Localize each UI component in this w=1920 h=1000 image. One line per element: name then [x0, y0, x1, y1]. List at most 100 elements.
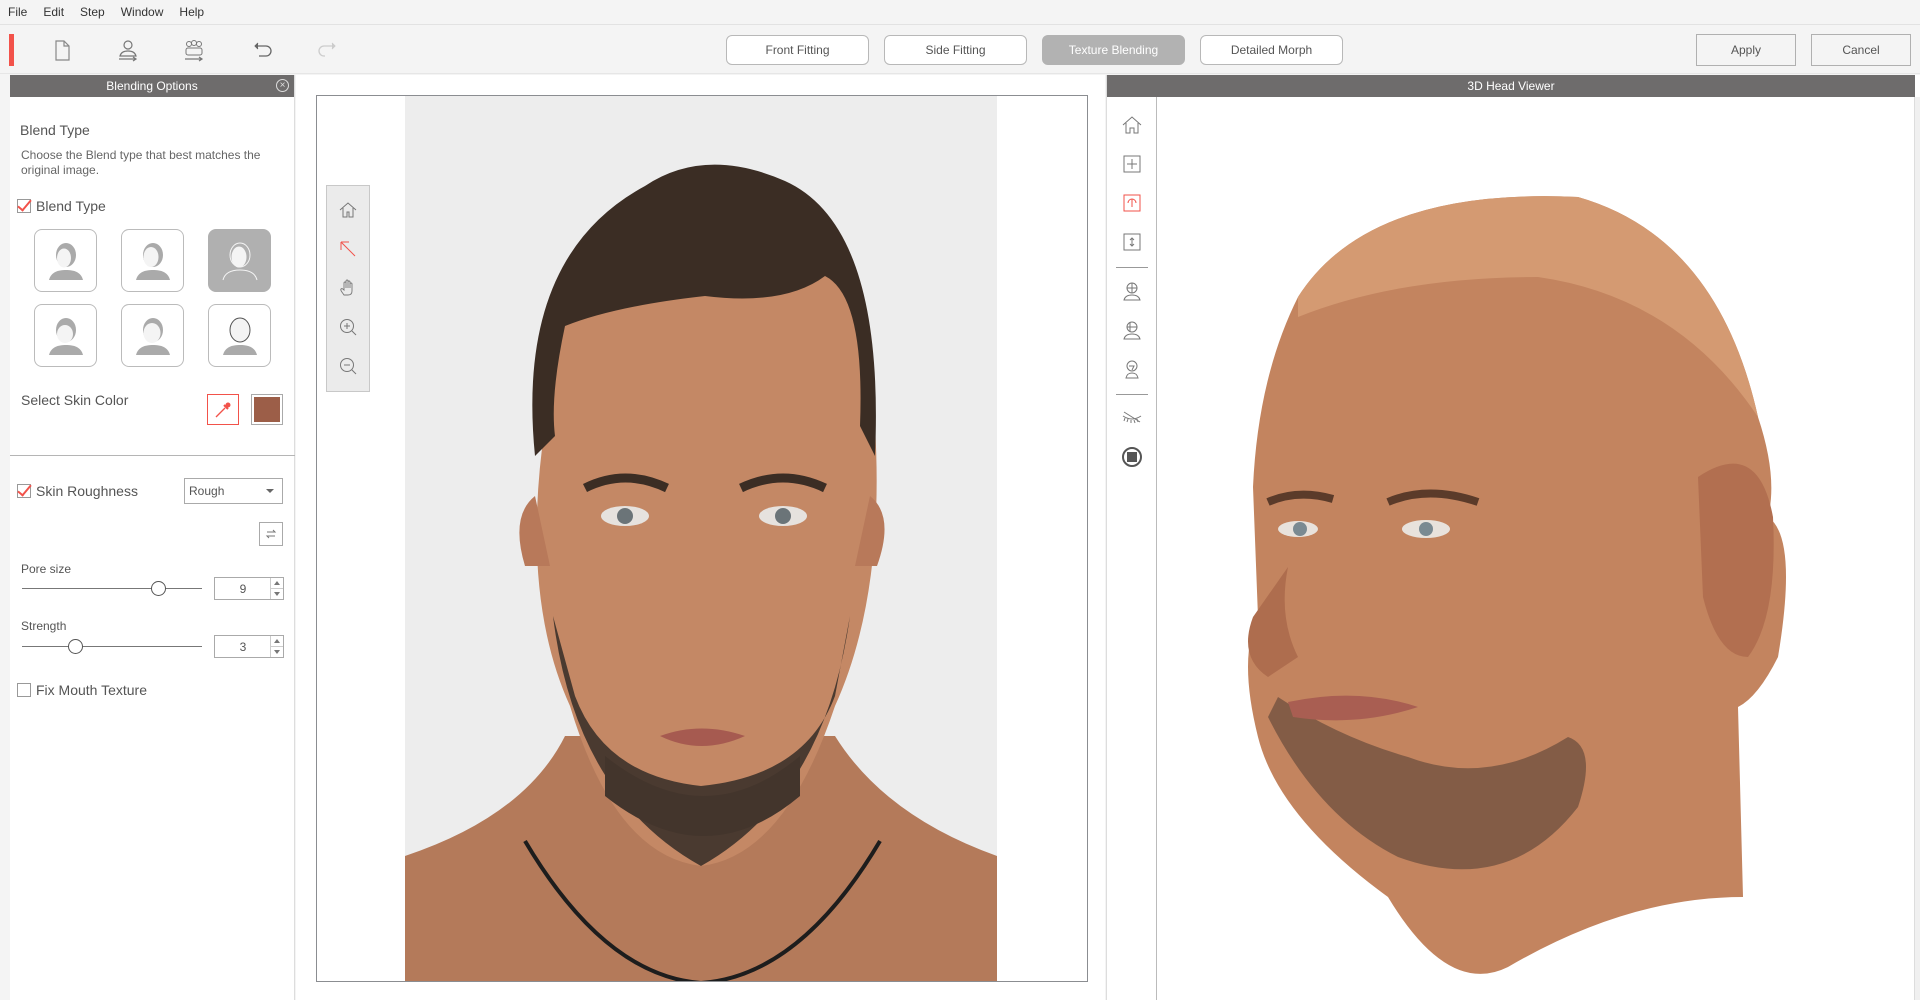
- eyelashes-icon[interactable]: [1116, 402, 1148, 434]
- blending-options-panel: Blending Options × Blend Type Choose the…: [10, 75, 295, 1000]
- home-icon[interactable]: [1116, 109, 1148, 141]
- import-group-photo-icon[interactable]: [176, 33, 212, 67]
- fix-mouth-label: Fix Mouth Texture: [36, 682, 148, 698]
- avatar-blend-icon: [135, 317, 170, 355]
- spin-up-button[interactable]: [271, 578, 283, 588]
- import-front-photo-icon[interactable]: [110, 33, 146, 67]
- avatar-blend-icon: [222, 242, 257, 280]
- step-side-fitting[interactable]: Side Fitting: [884, 35, 1027, 65]
- strength-spinbox[interactable]: 3: [214, 635, 284, 658]
- skin-color-swatch[interactable]: [251, 394, 283, 425]
- pore-size-label: Pore size: [21, 562, 72, 576]
- blend-type-1[interactable]: [34, 229, 97, 292]
- undo-icon[interactable]: [244, 33, 280, 67]
- menu-edit[interactable]: Edit: [43, 5, 64, 19]
- slider-knob[interactable]: [68, 639, 84, 654]
- skin-roughness-label: Skin Roughness: [36, 483, 138, 499]
- apply-button[interactable]: Apply: [1696, 34, 1796, 66]
- face-photo-illustration: [405, 96, 997, 981]
- spin-down-button[interactable]: [271, 646, 283, 656]
- blend-type-grid: [34, 229, 271, 367]
- blend-type-5[interactable]: [121, 304, 184, 367]
- cancel-button[interactable]: Cancel: [1811, 34, 1911, 66]
- pore-size-slider[interactable]: [22, 580, 202, 596]
- eyedropper-button[interactable]: [207, 394, 239, 425]
- skin-color-label: Select Skin Color: [21, 392, 129, 408]
- menu-step[interactable]: Step: [80, 5, 105, 19]
- menu-help[interactable]: Help: [179, 5, 204, 19]
- zoom-vertical-icon[interactable]: [1116, 226, 1148, 258]
- step-front-fitting[interactable]: Front Fitting: [726, 35, 869, 65]
- step-texture-blending[interactable]: Texture Blending: [1042, 35, 1185, 65]
- blend-type-3[interactable]: [208, 229, 271, 292]
- viewer-side-toolbar: [1107, 97, 1157, 1000]
- redo-icon[interactable]: [310, 33, 346, 67]
- move-icon[interactable]: [1116, 148, 1148, 180]
- skin-roughness-checkbox[interactable]: [17, 484, 31, 498]
- blend-type-checkbox-row[interactable]: Blend Type: [17, 198, 106, 214]
- front-photo[interactable]: [405, 96, 997, 981]
- skin-roughness-select[interactable]: Rough: [184, 478, 283, 504]
- avatar-blend-icon: [222, 317, 257, 355]
- reset-icon: [265, 529, 277, 539]
- divider: [10, 455, 295, 456]
- slider-knob[interactable]: [150, 581, 166, 596]
- strength-value: 3: [239, 640, 247, 654]
- section-title: Blend Type: [20, 122, 90, 138]
- blend-type-checkbox[interactable]: [17, 199, 31, 213]
- menu-window[interactable]: Window: [121, 5, 164, 19]
- avatar-blend-icon: [135, 242, 170, 280]
- viewer-scrollbar[interactable]: [1914, 97, 1920, 1000]
- blend-type-4[interactable]: [34, 304, 97, 367]
- head-3d-viewport[interactable]: [1158, 97, 1915, 1000]
- reset-button[interactable]: [259, 522, 283, 546]
- skin-roughness-checkbox-row[interactable]: Skin Roughness: [17, 483, 138, 499]
- slider-track: [22, 646, 202, 647]
- pan-hand-icon[interactable]: [332, 272, 364, 304]
- slider-track: [22, 588, 202, 589]
- skin-color-fill: [254, 397, 280, 422]
- spin-down-button[interactable]: [271, 588, 283, 598]
- new-file-icon[interactable]: [44, 33, 80, 67]
- menu-bar: File Edit Step Window Help: [0, 0, 1920, 25]
- rotate-icon[interactable]: [1116, 187, 1148, 219]
- three-quarter-view-icon[interactable]: [1116, 314, 1148, 346]
- accent-bar: [9, 34, 14, 66]
- panel-title: Blending Options: [106, 79, 198, 93]
- fix-mouth-checkbox[interactable]: [17, 683, 31, 697]
- photo-view-toolbar: [326, 185, 370, 392]
- home-icon[interactable]: [332, 194, 364, 226]
- viewer-title: 3D Head Viewer: [1467, 79, 1555, 93]
- avatar-blend-icon: [48, 317, 83, 355]
- strength-slider[interactable]: [22, 638, 202, 654]
- close-icon[interactable]: ×: [276, 79, 289, 92]
- side-view-icon[interactable]: [1116, 353, 1148, 385]
- blend-type-6[interactable]: [208, 304, 271, 367]
- pore-size-value: 9: [239, 582, 247, 596]
- strength-label: Strength: [21, 619, 67, 633]
- menu-file[interactable]: File: [8, 5, 27, 19]
- toolbar-separator: [1116, 267, 1148, 268]
- toolbar-separator: [1116, 394, 1148, 395]
- blend-type-2[interactable]: [121, 229, 184, 292]
- section-description: Choose the Blend type that best matches …: [21, 148, 261, 177]
- head-3d-model: [1158, 97, 1915, 1000]
- wireframe-toggle-icon[interactable]: [1116, 441, 1148, 473]
- eyedropper-icon: [215, 402, 231, 417]
- front-view-icon[interactable]: [1116, 275, 1148, 307]
- zoom-out-icon[interactable]: [332, 350, 364, 382]
- panel-header: Blending Options ×: [10, 75, 294, 97]
- pore-size-spinbox[interactable]: 9: [214, 577, 284, 600]
- avatar-blend-icon: [48, 242, 83, 280]
- head-viewer-panel: 3D Head Viewer: [1106, 75, 1920, 1000]
- toolbar: Front Fitting Side Fitting Texture Blend…: [0, 25, 1920, 74]
- spin-up-button[interactable]: [271, 636, 283, 646]
- fix-mouth-checkbox-row[interactable]: Fix Mouth Texture: [17, 682, 147, 698]
- zoom-in-icon[interactable]: [332, 311, 364, 343]
- blend-type-checkbox-label: Blend Type: [36, 198, 106, 214]
- photo-frame: [316, 95, 1088, 982]
- step-detailed-morph[interactable]: Detailed Morph: [1200, 35, 1343, 65]
- viewer-header: 3D Head Viewer: [1107, 75, 1915, 97]
- chevron-down-icon: [266, 489, 274, 493]
- select-arrow-icon[interactable]: [332, 233, 364, 265]
